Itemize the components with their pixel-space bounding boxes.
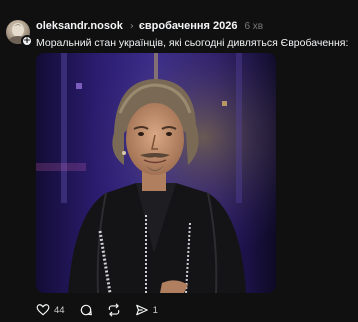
share-count: 1 (152, 304, 158, 316)
author-username[interactable]: oleksandr.nosok (36, 20, 123, 32)
thread-post: + oleksandr.nosok › євробачення 2026 6 х… (0, 0, 358, 322)
post-header: oleksandr.nosok › євробачення 2026 6 хв (36, 18, 263, 34)
author-avatar[interactable]: + (6, 20, 33, 47)
post-timestamp[interactable]: 6 хв (244, 21, 263, 32)
share-icon (135, 304, 148, 316)
follow-plus-icon[interactable]: + (21, 35, 33, 47)
topic-tag[interactable]: євробачення 2026 (139, 20, 238, 32)
like-button[interactable]: 44 (36, 303, 65, 317)
post-actions: 44 1 (36, 302, 172, 318)
chevron-right-icon: › (129, 20, 134, 32)
comment-icon (80, 304, 92, 316)
repost-button[interactable] (107, 303, 121, 317)
share-button[interactable]: 1 (135, 303, 158, 317)
post-image[interactable] (36, 53, 276, 293)
like-count: 44 (54, 304, 65, 316)
comment-button[interactable] (79, 303, 93, 317)
repost-icon (108, 303, 119, 317)
heart-icon (36, 304, 50, 316)
post-text: Моральний стан українців, які сьогодні д… (36, 37, 349, 49)
